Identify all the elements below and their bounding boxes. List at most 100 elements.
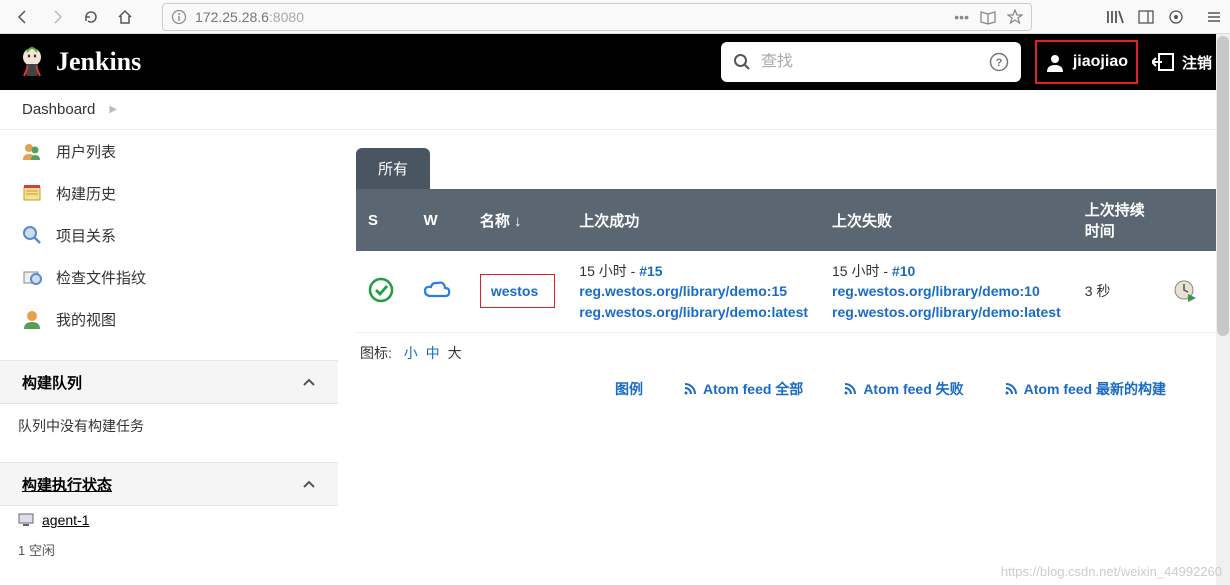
menu-icon[interactable] [1206,9,1222,25]
icon-size-label: 图标: [360,345,392,361]
chevron-up-icon [302,377,316,387]
tab-all[interactable]: 所有 [356,148,430,189]
agent-link[interactable]: agent-1 [0,506,338,534]
sidebar-item-label: 我的视图 [56,309,116,330]
users-icon [22,141,42,161]
nav-forward-button[interactable] [42,3,72,31]
jobs-table: S W 名称 ↓ 上次成功 上次失败 上次持续时间 westos 15 小 [356,189,1216,333]
col-status[interactable]: S [356,189,411,251]
atom-fail-link[interactable]: Atom feed 失败 [843,379,963,399]
build-link[interactable]: #15 [639,263,662,279]
relations-icon [22,225,42,245]
site-info-icon [171,9,187,25]
logout-icon [1152,52,1174,72]
view-tabs: 所有 [356,148,1216,189]
my-views-icon [22,309,42,329]
status-success-icon [368,277,394,303]
logout-button[interactable]: 注销 [1152,52,1212,73]
duration-cell: 3 秒 [1073,251,1162,332]
col-last-fail[interactable]: 上次失败 [820,189,1073,251]
logout-text: 注销 [1182,52,1212,73]
artifact-link[interactable]: reg.westos.org/library/demo:15 [579,283,787,299]
nav-back-button[interactable] [8,3,38,31]
sidebar-item-project-relations[interactable]: 项目关系 [0,214,338,256]
search-input[interactable] [761,53,979,71]
breadcrumb: Dashboard ▶ [0,90,1230,130]
icon-size-medium[interactable]: 中 [426,345,440,361]
sidebar-item-build-history[interactable]: 构建历史 [0,172,338,214]
job-name-link[interactable]: westos [480,274,555,308]
build-link[interactable]: #10 [892,263,915,279]
executor-idle-row: 1 空闲 [0,534,338,565]
artifact-link[interactable]: reg.westos.org/library/demo:latest [832,304,1061,320]
ellipsis-icon[interactable]: ••• [954,9,969,25]
breadcrumb-root[interactable]: Dashboard [22,101,95,118]
computer-icon [18,513,34,527]
last-fail-cell: 15 小时 - #10 reg.westos.org/library/demo:… [832,261,1061,322]
build-queue-title: 构建队列 [22,372,82,393]
icon-size-large[interactable]: 大 [448,345,462,361]
fingerprint-icon [22,267,42,287]
main-content: 所有 S W 名称 ↓ 上次成功 上次失败 上次持续时间 wes [338,130,1230,585]
jenkins-brand-text: Jenkins [56,47,141,77]
table-header-row: S W 名称 ↓ 上次成功 上次失败 上次持续时间 [356,189,1216,251]
chevron-up-icon [302,479,316,489]
build-queue-header[interactable]: 构建队列 [0,360,338,404]
sidebar-item-label: 项目关系 [56,225,116,246]
col-name[interactable]: 名称 ↓ [468,189,567,251]
weather-cloudy-icon [423,279,451,301]
table-row: westos 15 小时 - #15 reg.westos.org/librar… [356,251,1216,332]
address-host: 172.25.28.6 [195,9,269,25]
jenkins-logo[interactable]: Jenkins [18,46,141,78]
watermark-text: https://blog.csdn.net/weixin_44992260 [1001,564,1222,579]
sidebar-toggle-icon[interactable] [1138,9,1154,25]
agent-name: agent-1 [42,512,89,528]
artifact-link[interactable]: reg.westos.org/library/demo:10 [832,283,1040,299]
schedule-build-icon[interactable] [1173,279,1204,303]
executor-status-title: 构建执行状态 [22,474,112,495]
artifact-link[interactable]: reg.westos.org/library/demo:latest [579,304,808,320]
help-icon[interactable]: ? [989,52,1009,72]
rss-icon [683,382,697,396]
jenkins-header: Jenkins ? jiaojiao 注销 [0,34,1230,90]
queue-empty-text: 队列中没有构建任务 [0,404,338,448]
history-icon [22,183,42,203]
legend-link[interactable]: 图例 [615,379,643,399]
executor-status-header[interactable]: 构建执行状态 [0,462,338,506]
feed-links: 图例 Atom feed 全部 Atom feed 失败 Atom feed 最… [356,363,1216,399]
col-weather[interactable]: W [411,189,467,251]
library-icon[interactable] [1106,9,1124,25]
bookmark-star-icon[interactable] [1007,9,1023,25]
sidebar-item-users[interactable]: 用户列表 [0,130,338,172]
icon-size-small[interactable]: 小 [404,345,418,361]
sidebar-item-fingerprint[interactable]: 检查文件指纹 [0,256,338,298]
rss-icon [843,382,857,396]
reader-icon[interactable] [979,9,997,25]
address-bar[interactable]: 172.25.28.6:8080 ••• [162,3,1032,31]
search-icon [733,53,751,71]
col-last-duration[interactable]: 上次持续时间 [1073,189,1162,251]
col-last-success[interactable]: 上次成功 [567,189,820,251]
sidebar: 用户列表 构建历史 项目关系 检查文件指纹 我的视图 构建队列 队列中没有构建任… [0,130,338,585]
jenkins-logo-icon [18,46,46,78]
search-box[interactable]: ? [721,42,1021,82]
svg-text:?: ? [995,57,1002,69]
sidebar-item-label: 用户列表 [56,141,116,162]
user-menu[interactable]: jiaojiao [1035,40,1138,84]
username-text: jiaojiao [1073,53,1128,71]
address-port: :8080 [269,9,304,25]
nav-home-button[interactable] [110,3,140,31]
sidebar-item-my-views[interactable]: 我的视图 [0,298,338,340]
chevron-right-icon: ▶ [109,104,117,115]
nav-reload-button[interactable] [76,3,106,31]
sidebar-item-label: 构建历史 [56,183,116,204]
user-icon [1045,52,1065,72]
atom-latest-link[interactable]: Atom feed 最新的构建 [1004,379,1166,399]
browser-toolbar: 172.25.28.6:8080 ••• [0,0,1230,34]
rss-icon [1004,382,1018,396]
sidebar-item-label: 检查文件指纹 [56,267,146,288]
sync-icon[interactable] [1168,9,1184,25]
atom-all-link[interactable]: Atom feed 全部 [683,379,803,399]
icon-size-selector: 图标: 小 中 大 [356,333,1216,363]
last-success-cell: 15 小时 - #15 reg.westos.org/library/demo:… [579,261,808,322]
